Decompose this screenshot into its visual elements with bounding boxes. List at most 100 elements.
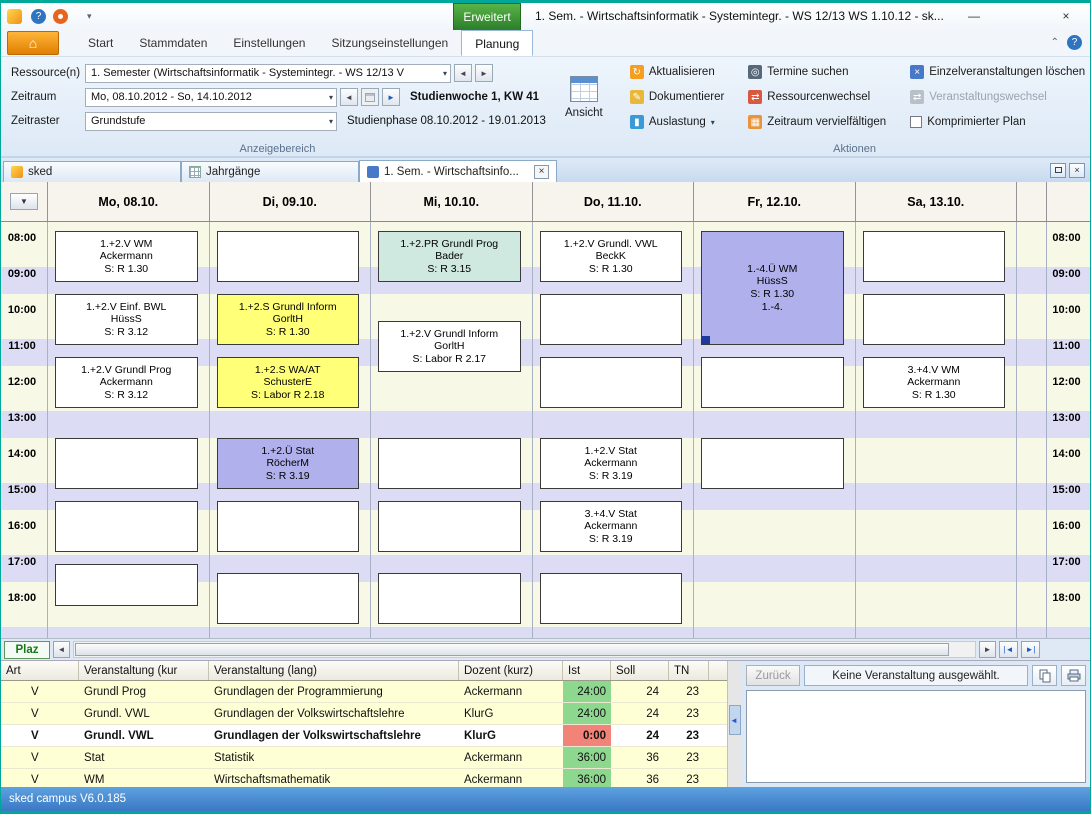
calendar-event[interactable] xyxy=(862,231,1005,282)
column-header-veranstaltung-lang[interactable]: Veranstaltung (lang) xyxy=(209,661,459,680)
doc-tab-1-sem-wirtschaftsinfo[interactable]: 1. Sem. - Wirtschaftsinfo... × xyxy=(359,160,557,182)
table-row[interactable]: V Stat Statistik Ackermann 36:00 36 23 xyxy=(1,747,727,769)
close-tab-icon[interactable]: × xyxy=(534,164,549,179)
table-header-row: Art Veranstaltung (kur Veranstaltung (lang… xyxy=(1,661,727,681)
zeitraster-select[interactable]: Grundstufe ▾ xyxy=(85,111,337,131)
jump-prev-week-button[interactable]: |◄ xyxy=(999,641,1018,658)
hscroll-thumb[interactable] xyxy=(75,643,949,656)
ribbon-tab-einstellungen[interactable]: Einstellungen xyxy=(220,30,318,56)
checkbox-icon[interactable] xyxy=(910,116,923,128)
calendar-event[interactable] xyxy=(378,573,521,624)
calendar-event[interactable] xyxy=(216,573,359,624)
calendar-event[interactable]: 1.+2.V Grundl Prog Ackermann S: R 3.12 xyxy=(55,357,198,408)
week-next-button[interactable]: ► xyxy=(382,88,400,106)
collapse-ribbon-icon[interactable]: ⌃ xyxy=(1051,37,1059,48)
print-button[interactable] xyxy=(1061,665,1086,686)
calendar-event[interactable] xyxy=(701,357,844,408)
back-button[interactable]: Zurück xyxy=(746,665,800,686)
home-button[interactable]: ⌂ xyxy=(7,31,59,55)
action-aktualisieren[interactable]: ↻ Aktualisieren xyxy=(626,62,728,82)
ribbon-help-icon[interactable]: ? xyxy=(1067,35,1082,50)
column-header-soll[interactable]: Soll xyxy=(611,661,669,680)
hscroll-left-arrow[interactable]: ◄ xyxy=(53,641,70,658)
close-button[interactable]: × xyxy=(1050,5,1082,27)
calendar-event[interactable]: 1.+2.V WM Ackermann S: R 1.30 xyxy=(55,231,198,282)
calendar-event[interactable] xyxy=(862,294,1005,345)
calendar-event[interactable]: 1.+2.Ü Stat RöcherM S: R 3.19 xyxy=(216,438,359,489)
hscroll-track[interactable] xyxy=(73,641,976,658)
calendar-event[interactable]: 1.+2.V Grundl Inform GorltH S: Labor R 2.1… xyxy=(378,321,521,372)
help-icon[interactable]: ? xyxy=(31,9,46,24)
doc-tab-sked[interactable]: sked xyxy=(3,161,181,182)
calendar-event[interactable]: 3.+4.V Stat Ackermann S: R 3.19 xyxy=(539,501,682,552)
veranstaltungen-table: Art Veranstaltung (kur Veranstaltung (lang… xyxy=(1,661,727,787)
doc-tab-jahrgänge[interactable]: Jahrgänge xyxy=(181,161,359,182)
mdi-close-button[interactable]: × xyxy=(1069,162,1085,178)
ansicht-button[interactable]: Ansicht xyxy=(556,64,612,130)
calendar-event[interactable] xyxy=(55,564,198,606)
quick-access-chevron-icon[interactable]: ▾ xyxy=(87,11,92,22)
gear-icon[interactable] xyxy=(53,9,68,24)
calendar-event[interactable]: 1.+2.S Grundl Inform GorltH S: R 1.30 xyxy=(216,294,359,345)
details-toolbar: Zurück Keine Veranstaltung ausgewählt. xyxy=(746,665,1086,686)
zeitraum-select[interactable]: Mo, 08.10.2012 - So, 14.10.2012 ▾ xyxy=(85,87,337,107)
table-row[interactable]: V WM Wirtschaftsmathematik Ackermann 36:00 36… xyxy=(1,769,727,787)
table-row[interactable]: V Grundl. VWL Grundlagen der Volkswirtscha… xyxy=(1,703,727,725)
action-termine-suchen[interactable]: ◎ Termine suchen xyxy=(744,62,890,82)
table-row[interactable]: V Grundl Prog Grundlagen der Programmierun… xyxy=(1,681,727,703)
calendar-event[interactable]: 1.+2.V Einf. BWL HüssS S: R 3.12 xyxy=(55,294,198,345)
resource-prev-button[interactable]: ◄ xyxy=(454,64,472,82)
calendar-event[interactable] xyxy=(378,438,521,489)
mdi-restore-button[interactable] xyxy=(1050,162,1066,178)
column-header-tn[interactable]: TN xyxy=(669,661,709,680)
week-calendar-button[interactable] xyxy=(361,88,379,106)
calendar-event[interactable]: 1.+2.V Stat Ackermann S: R 3.19 xyxy=(539,438,682,489)
calendar-event[interactable] xyxy=(55,438,198,489)
jump-next-week-button[interactable]: ►| xyxy=(1021,641,1040,658)
ribbon-tab-stammdaten[interactable]: Stammdaten xyxy=(126,30,220,56)
column-header-veranstaltung-kur[interactable]: Veranstaltung (kur xyxy=(79,661,209,680)
ribbon-tab-start[interactable]: Start xyxy=(75,30,126,56)
calendar-event[interactable]: 1.-4.Ü WM HüssS S: R 1.30 1.-4. xyxy=(701,231,844,345)
action-dokumentierer[interactable]: ✎ Dokumentierer xyxy=(626,87,728,107)
calendar-event[interactable] xyxy=(55,501,198,552)
action-zeitraum-vervielfältigen[interactable]: ▦ Zeitraum vervielfältigen xyxy=(744,112,890,132)
time-label: 14:00 xyxy=(7,448,37,460)
calendar-event[interactable] xyxy=(701,438,844,489)
minimize-button[interactable]: — xyxy=(958,5,990,27)
copy-button[interactable] xyxy=(1032,665,1057,686)
calendar-event[interactable] xyxy=(539,357,682,408)
calendar-event[interactable] xyxy=(216,501,359,552)
action-ressourcenwechsel[interactable]: ⇄ Ressourcenwechsel xyxy=(744,87,890,107)
action-veranstaltungswechsel[interactable]: ⇄ Veranstaltungswechsel xyxy=(906,87,1089,107)
action-komprimierter-plan[interactable]: Komprimierter Plan xyxy=(906,112,1089,132)
event-text-line: S: R 3.15 xyxy=(427,262,472,275)
action-auslastung[interactable]: ▮ Auslastung ▾ xyxy=(626,112,728,132)
column-header-dozent-kurz[interactable]: Dozent (kurz) xyxy=(459,661,563,680)
plaz-button[interactable]: Plaz xyxy=(4,640,50,659)
calendar-event[interactable] xyxy=(216,231,359,282)
hscroll-right-arrow[interactable]: ► xyxy=(979,641,996,658)
splitter-collapse-icon[interactable]: ◄ xyxy=(730,716,738,725)
calendar-event[interactable] xyxy=(539,294,682,345)
resource-next-button[interactable]: ► xyxy=(475,64,493,82)
calendar-event[interactable]: 1.+2.S WA/AT SchusterE S: Labor R 2.18 xyxy=(216,357,359,408)
timegrid-dropdown-button[interactable]: ▼ xyxy=(10,193,38,210)
action-einzelveranstaltungen-löschen[interactable]: × Einzelveranstaltungen löschen xyxy=(906,62,1089,82)
ribbon-tab-planung[interactable]: Planung xyxy=(461,30,534,56)
column-header-ist[interactable]: Ist xyxy=(563,661,611,680)
calendar-event[interactable] xyxy=(378,501,521,552)
ribbon-tab-sitzungseinstellungen[interactable]: Sitzungseinstellungen xyxy=(318,30,461,56)
event-text-line: 1.+2.V Grundl. VWL xyxy=(563,237,658,250)
table-row[interactable]: V Grundl. VWL Grundlagen der Volkswirtscha… xyxy=(1,725,727,747)
week-prev-button[interactable]: ◄ xyxy=(340,88,358,106)
calendar-event[interactable] xyxy=(539,573,682,624)
calendar-event[interactable]: 1.+2.V Grundl. VWL BeckK S: R 1.30 xyxy=(539,231,682,282)
contextual-tab-group-erweitert[interactable]: Erweitert xyxy=(453,3,521,30)
time-label: 09:00 xyxy=(1052,268,1081,280)
column-header-art[interactable]: Art xyxy=(1,661,79,680)
calendar-event[interactable]: 3.+4.V WM Ackermann S: R 1.30 xyxy=(862,357,1005,408)
calendar-event[interactable]: 1.+2.PR Grundl Prog Bader S: R 3.15 xyxy=(378,231,521,282)
resource-select[interactable]: 1. Semester (Wirtschaftsinformatik - Sys… xyxy=(85,63,451,83)
table-vscrollbar[interactable]: ◄ xyxy=(727,661,742,787)
